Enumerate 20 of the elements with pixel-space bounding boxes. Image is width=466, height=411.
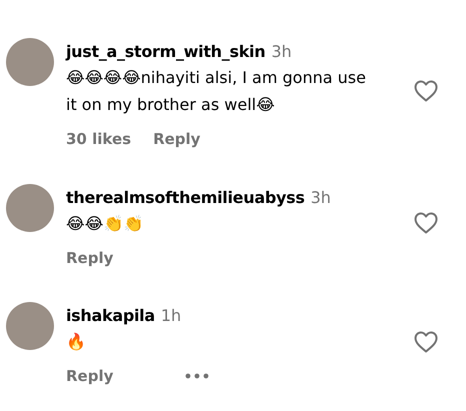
reply-link[interactable]: Reply <box>66 246 114 269</box>
comment-time: 3h <box>271 41 292 63</box>
comment-time: 3h <box>310 186 331 208</box>
heart-icon[interactable] <box>414 80 438 102</box>
username[interactable]: therealmsofthemilieuabyss <box>66 186 305 210</box>
heart-icon[interactable] <box>414 330 438 352</box>
more-icon[interactable] <box>185 373 210 380</box>
avatar[interactable] <box>6 184 54 232</box>
avatar[interactable] <box>6 302 54 350</box>
comment-text: 🔥 <box>66 331 87 353</box>
comment-text: 😂😂😂😂nihayiti alsi, I am gonna use it on my brother as well😂 <box>66 67 367 116</box>
username[interactable]: ishakapila <box>66 304 155 328</box>
username[interactable]: just_a_storm_with_skin <box>66 40 266 64</box>
comment-text: 😂😂👏👏 <box>66 212 144 234</box>
heart-icon[interactable] <box>414 212 438 234</box>
reply-link[interactable]: Reply <box>66 365 114 388</box>
avatar[interactable] <box>6 38 54 86</box>
likes-count[interactable]: 30 likes <box>66 128 132 150</box>
comment-time: 1h <box>160 305 182 327</box>
reply-link[interactable]: Reply <box>153 128 200 150</box>
